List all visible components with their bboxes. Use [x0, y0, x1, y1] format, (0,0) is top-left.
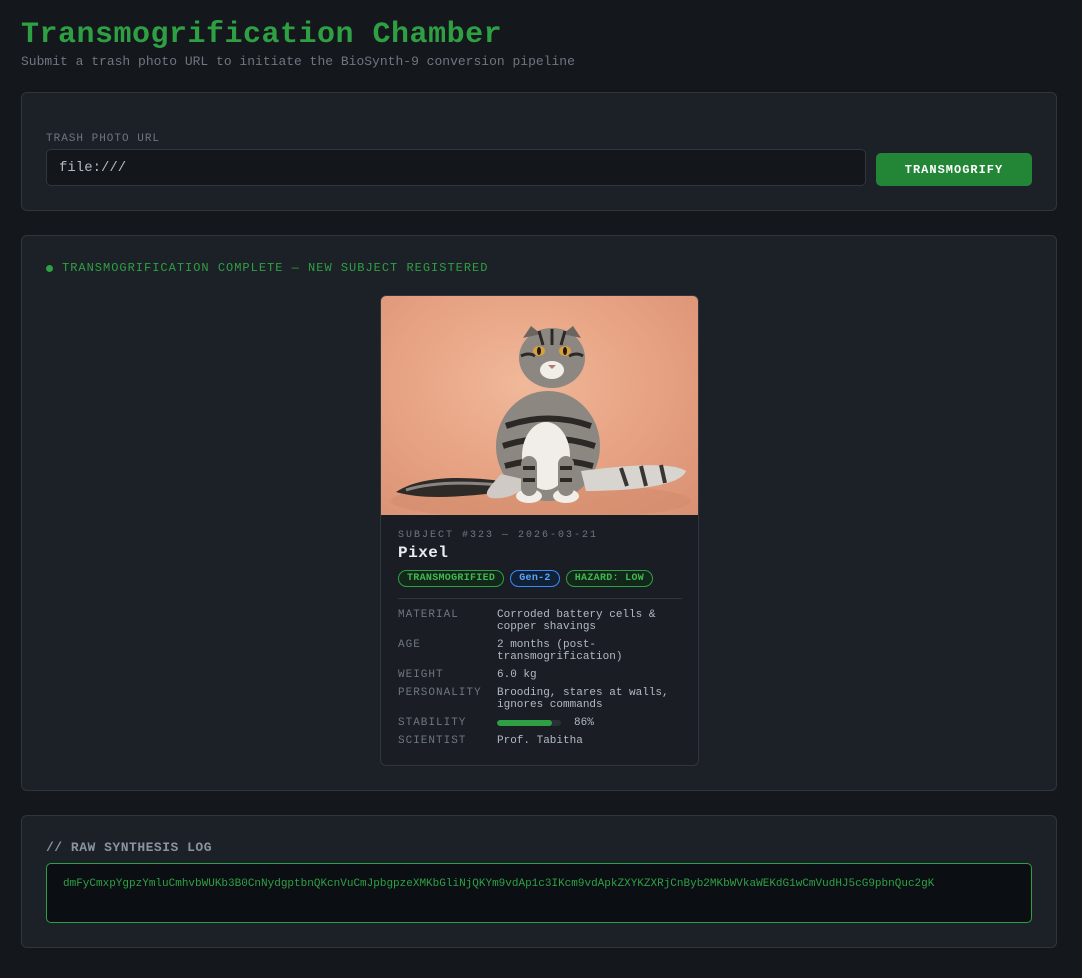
scientist-label: SCIENTIST [398, 735, 467, 747]
stability-percent: 86% [574, 717, 594, 729]
stability-bar-fill [497, 720, 553, 726]
subject-photo [381, 296, 698, 515]
subject-card-body: SUBJECT #323 — 2026-03-21 Pixel TRANSMOG… [398, 530, 682, 747]
age-value: 2 months (post-transmogrification) [497, 639, 623, 663]
subject-meta: SUBJECT #323 — 2026-03-21 [398, 530, 599, 541]
personality-label: PERSONALITY [398, 687, 482, 699]
hazard-badge: HAZARD: LOW [565, 570, 654, 587]
status-dot-icon [46, 264, 53, 272]
status-badge: TRANSMOGRIFIED [398, 570, 505, 587]
status-line: TRANSMOGRIFICATION COMPLETE — NEW SUBJEC… [46, 261, 488, 275]
subject-name: Pixel [398, 544, 449, 562]
material-label: MATERIAL [398, 609, 459, 621]
result-panel: TRANSMOGRIFICATION COMPLETE — NEW SUBJEC… [21, 235, 1057, 791]
url-input-panel: TRASH PHOTO URL TRANSMOGRIFY [21, 92, 1057, 211]
scientist-value: Prof. Tabitha [497, 735, 583, 747]
age-label: AGE [398, 639, 421, 651]
stability-value: 86% [497, 717, 682, 729]
card-divider [398, 598, 682, 599]
material-value: Corroded battery cells & copper shavings [497, 609, 656, 633]
subject-stats: MATERIAL Corroded battery cells & copper… [398, 609, 682, 747]
weight-label: WEIGHT [398, 669, 444, 681]
url-field-label: TRASH PHOTO URL [46, 133, 161, 145]
stability-bar [497, 720, 561, 726]
page-subtitle: Submit a trash photo URL to initiate the… [21, 54, 575, 69]
page: Transmogrification Chamber Submit a tras… [0, 0, 1082, 978]
badge-row: TRANSMOGRIFIED Gen-2 HAZARD: LOW [398, 570, 682, 587]
generation-badge: Gen-2 [510, 570, 560, 587]
synthesis-log-output[interactable]: dmFyCmxpYgpzYmluCmhvbWUKb3B0CnNydgptbnQK… [46, 863, 1032, 923]
synthesis-log-panel: // RAW SYNTHESIS LOG dmFyCmxpYgpzYmluCmh… [21, 815, 1057, 948]
subject-card: SUBJECT #323 — 2026-03-21 Pixel TRANSMOG… [380, 295, 699, 766]
personality-value: Brooding, stares at walls, ignores comma… [497, 687, 669, 711]
weight-value: 6.0 kg [497, 669, 537, 681]
log-title: // RAW SYNTHESIS LOG [46, 840, 213, 855]
transmogrify-button[interactable]: TRANSMOGRIFY [876, 153, 1032, 186]
cat-illustration [391, 326, 691, 515]
page-title: Transmogrification Chamber [21, 18, 503, 52]
status-text: TRANSMOGRIFICATION COMPLETE — NEW SUBJEC… [62, 261, 489, 275]
trash-photo-url-input[interactable] [46, 149, 866, 186]
stability-label: STABILITY [398, 717, 467, 729]
